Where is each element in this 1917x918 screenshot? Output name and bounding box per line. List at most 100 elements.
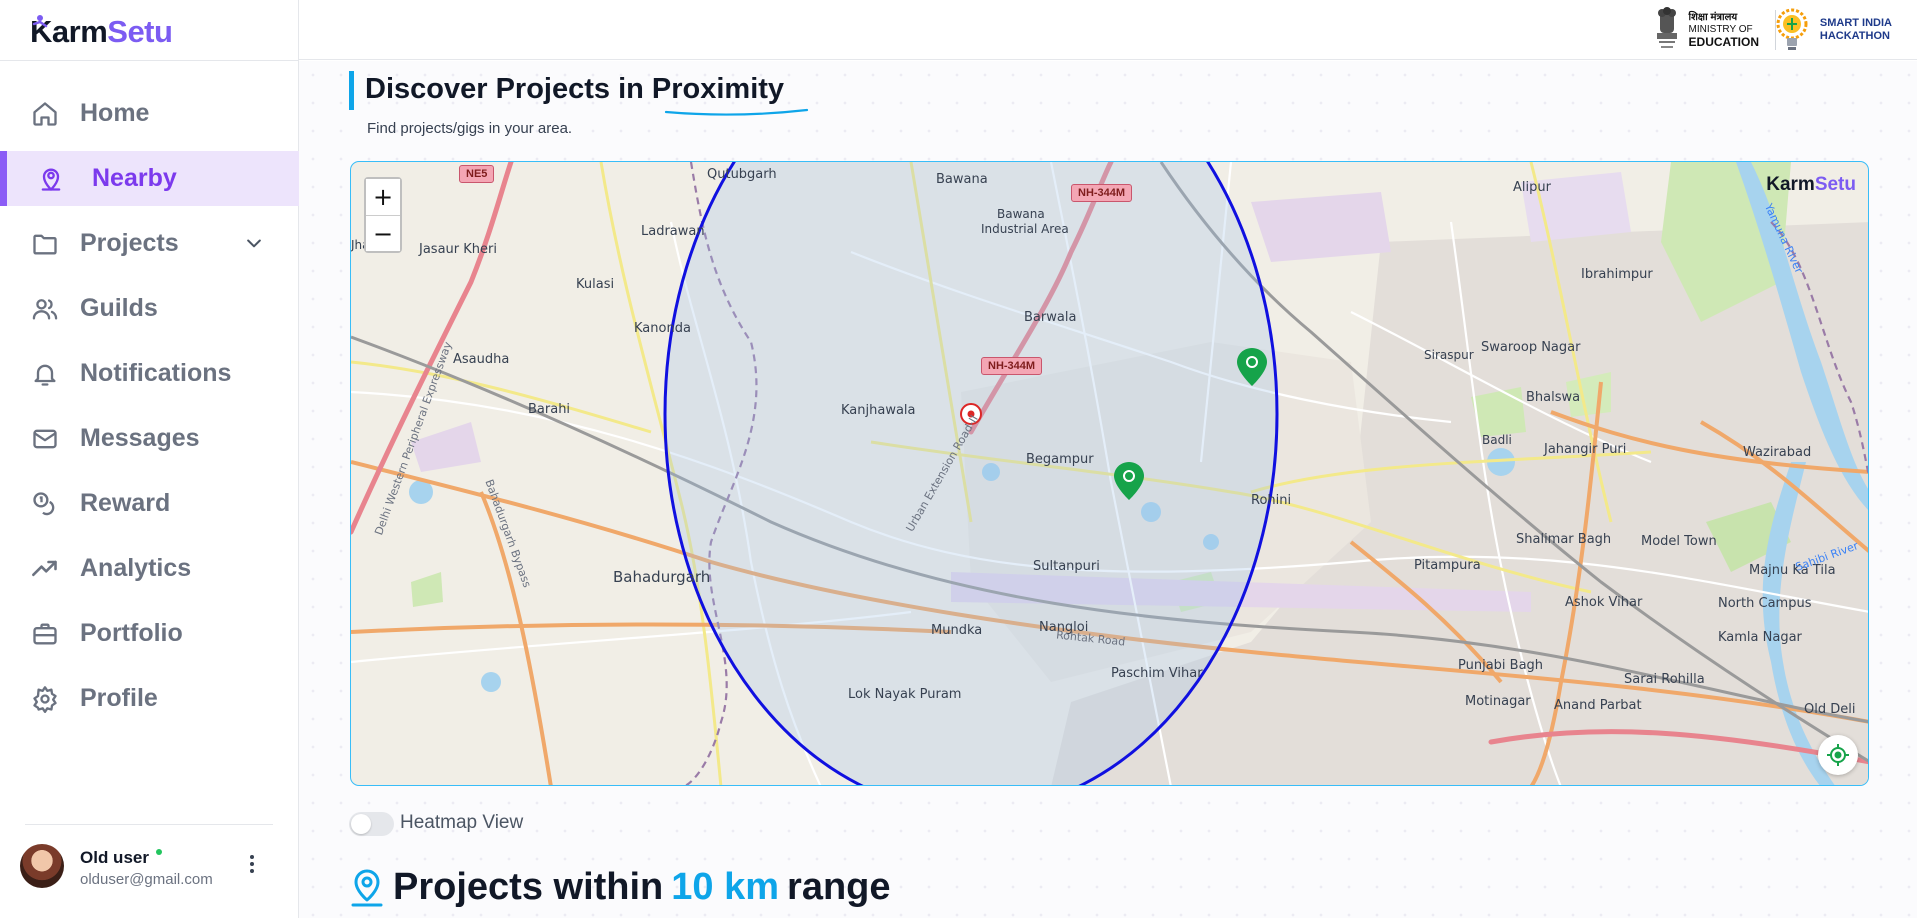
user-name: Old user — [80, 848, 149, 867]
user-email: olduser@gmail.com — [80, 871, 213, 888]
map-label: Bahadurgarh — [613, 568, 711, 586]
toggle-knob — [351, 814, 371, 834]
zoom-out-button[interactable]: − — [366, 215, 400, 251]
coins-icon — [30, 489, 60, 519]
sih-line1: SMART INDIA — [1819, 17, 1892, 30]
map-label: Barwala — [1024, 310, 1077, 325]
logo-text: KarmSetu — [30, 14, 173, 50]
map-label: Shalimar Bagh — [1516, 532, 1612, 547]
map-label: Lok Nayak Puram — [848, 687, 962, 702]
map-label: Alipur — [1513, 180, 1551, 195]
sidebar-item-projects[interactable]: Projects — [0, 216, 299, 271]
mail-icon — [30, 424, 60, 454]
ministry-of-education-logo[interactable]: शिक्षा मंत्रालय MINISTRY OF EDUCATION — [1653, 6, 1759, 54]
map-label: Begampur — [1026, 452, 1094, 467]
trending-up-icon — [30, 554, 60, 584]
sidebar-item-label: Guilds — [80, 294, 158, 322]
map-label: North Campus — [1718, 596, 1812, 611]
map-label: Rohini — [1251, 493, 1292, 508]
sidebar-item-notifications[interactable]: Notifications — [0, 346, 299, 401]
page-title-prefix: Discover Projects in — [365, 73, 652, 105]
ministry-line2: EDUCATION — [1688, 34, 1759, 49]
more-options-icon[interactable] — [242, 852, 262, 876]
map-watermark-karm: Karm — [1766, 174, 1815, 195]
zoom-in-button[interactable]: + — [366, 179, 400, 215]
page-subtitle: Find projects/gigs in your area. — [367, 120, 573, 137]
map-water — [481, 672, 501, 692]
map-label: Pitampura — [1414, 558, 1481, 573]
home-icon — [30, 99, 60, 129]
location-pin-icon — [351, 869, 383, 907]
map-label: Swaroop Nagar — [1481, 340, 1581, 355]
map-label: Bawana — [936, 172, 988, 187]
sidebar-item-home[interactable]: Home — [0, 86, 299, 141]
sidebar-item-messages[interactable]: Messages — [0, 411, 299, 466]
location-user-icon — [36, 164, 66, 194]
heatmap-toggle[interactable] — [349, 812, 394, 836]
logo-figure-icon — [32, 15, 48, 28]
map-label: Old Deli — [1804, 702, 1856, 717]
app-root: KarmSetu Home Nearby Projects Guilds Not… — [0, 0, 1917, 918]
locate-me-button[interactable] — [1818, 735, 1858, 775]
map-label: Siraspur — [1424, 348, 1474, 362]
gear-icon — [30, 684, 60, 714]
sidebar-item-label: Portfolio — [80, 619, 183, 647]
sidebar-item-label: Nearby — [92, 164, 177, 192]
sidebar-item-nearby[interactable]: Nearby — [0, 151, 299, 206]
highway-shield: NH-344M — [1071, 184, 1133, 202]
logo-text-setu: Setu — [107, 14, 173, 49]
sidebar-item-analytics[interactable]: Analytics — [0, 541, 299, 596]
map-label: Ladrawan — [641, 224, 705, 239]
smart-india-hackathon-logo[interactable]: SMART INDIA HACKATHON — [1772, 6, 1892, 54]
map-park — [411, 572, 443, 607]
sidebar-item-guilds[interactable]: Guilds — [0, 281, 299, 336]
map-watermark-setu: Setu — [1814, 174, 1856, 195]
sih-line2: HACKATHON — [1819, 30, 1890, 42]
sidebar-item-profile[interactable]: Profile — [0, 671, 299, 726]
highway-shield: NH-344M — [981, 357, 1043, 375]
section-heading-suffix: range — [787, 865, 891, 908]
map-label: Majnu Ka Tila — [1749, 563, 1836, 578]
map-label: Motinagar — [1465, 694, 1531, 709]
chevron-down-icon[interactable] — [244, 233, 264, 258]
section-heading: Projects within 10 km range — [349, 864, 891, 910]
sidebar-item-label: Profile — [80, 684, 158, 712]
main-content: Discover Projects in Proximity Find proj… — [299, 61, 1917, 918]
online-status-dot — [156, 849, 162, 855]
title-accent-bar — [349, 71, 354, 110]
map-label: Asaudha — [453, 352, 510, 367]
map-label: Wazirabad — [1743, 445, 1812, 460]
avatar[interactable] — [20, 844, 64, 888]
map-label: Ibrahimpur — [1581, 267, 1653, 282]
page-title-highlight: Proximity — [651, 73, 785, 105]
bulb-gear-icon — [1776, 8, 1808, 50]
sidebar-item-label: Projects — [80, 229, 179, 257]
sidebar-item-portfolio[interactable]: Portfolio — [0, 606, 299, 661]
sidebar-footer-divider — [25, 824, 273, 825]
map-label: Barahi — [528, 402, 571, 417]
map-watermark-logo: KarmSetu — [1766, 174, 1856, 196]
map-label: Kanonda — [634, 321, 691, 336]
crosshair-icon — [1827, 744, 1849, 766]
sidebar-item-reward[interactable]: Reward — [0, 476, 299, 531]
page-title: Discover Projects in Proximity — [365, 73, 784, 106]
nearby-map[interactable]: Qutubgarh Bawana Bawana Industrial Area … — [350, 161, 1869, 786]
sidebar-divider — [0, 60, 299, 61]
heatmap-toggle-label: Heatmap View — [400, 812, 524, 833]
bell-icon — [30, 359, 60, 389]
user-card[interactable]: Old user olduser@gmail.com — [20, 842, 280, 890]
ministry-hindi: शिक्षा मंत्रालय — [1688, 11, 1738, 23]
map-label: Paschim Vihar — [1111, 666, 1203, 681]
sidebar: KarmSetu Home Nearby Projects Guilds Not… — [0, 0, 299, 918]
sidebar-item-label: Messages — [80, 424, 200, 452]
map-label: Bhalswa — [1526, 390, 1581, 405]
sih-text: SMART INDIA HACKATHON — [1820, 17, 1892, 42]
title-underline-swoosh — [664, 108, 809, 116]
map-label: Jahangir Puri — [1544, 442, 1627, 457]
map-label: Qutubgarh — [707, 167, 777, 182]
map-label: Badli — [1482, 433, 1512, 447]
map-label: Anand Parbat — [1554, 698, 1642, 713]
sidebar-item-label: Reward — [80, 489, 171, 517]
sidebar-nav: Home Nearby Projects Guilds Notification… — [0, 86, 299, 736]
app-logo[interactable]: KarmSetu — [30, 12, 173, 52]
